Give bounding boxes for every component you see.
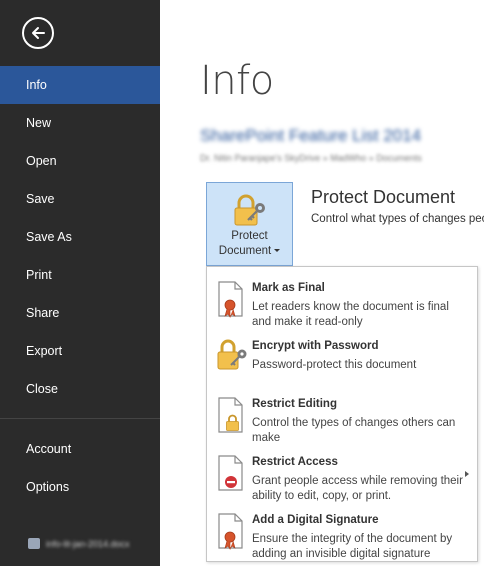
menu-encrypt-with-password[interactable]: Encrypt with Password Password-protect t…	[207, 331, 477, 389]
menu-description: Password-protect this document	[252, 359, 417, 371]
nav-account[interactable]: Account	[0, 430, 160, 468]
nav-save[interactable]: Save	[0, 180, 160, 218]
menu-description: Ensure the integrity of the document by …	[252, 533, 453, 560]
nav-info[interactable]: Info	[0, 66, 160, 104]
protect-label-line1: Protect	[231, 230, 268, 242]
nav-save-as[interactable]: Save As	[0, 218, 160, 256]
lock-key-icon	[217, 339, 247, 370]
menu-title: Restrict Editing	[252, 398, 337, 410]
menu-title: Add a Digital Signature	[252, 514, 379, 526]
no-entry-document-icon	[218, 455, 243, 491]
backstage-sidebar: Info New Open Save Save As Print Share E…	[0, 0, 160, 566]
recent-file[interactable]: info-lit-jan-2014.docx	[28, 535, 154, 553]
protect-document-menu: Mark as Final Let readers know the docum…	[206, 266, 478, 562]
menu-restrict-editing[interactable]: Restrict Editing Control the types of ch…	[207, 389, 477, 447]
menu-restrict-access[interactable]: Restrict Access Grant people access whil…	[207, 447, 477, 505]
menu-description: Control the types of changes others can …	[252, 417, 456, 444]
lock-key-icon	[234, 194, 265, 226]
nav-divider	[0, 418, 160, 419]
nav-export[interactable]: Export	[0, 332, 160, 370]
file-icon	[28, 538, 40, 549]
back-arrow-icon	[32, 27, 45, 39]
nav-new[interactable]: New	[0, 104, 160, 142]
nav-close[interactable]: Close	[0, 370, 160, 408]
nav-open[interactable]: Open	[0, 142, 160, 180]
protect-description: Control what types of changes people can…	[311, 213, 484, 225]
ribbon-document-icon	[218, 513, 243, 550]
ribbon-document-icon	[218, 281, 243, 318]
protect-document-button[interactable]: Protect Document	[206, 182, 293, 266]
lock-document-icon	[218, 397, 243, 433]
menu-description: Grant people access while removing their…	[252, 475, 463, 502]
nav-share[interactable]: Share	[0, 294, 160, 332]
submenu-arrow-icon	[465, 471, 469, 477]
document-title: SharePoint Feature List 2014	[200, 126, 422, 145]
protect-label-line2: Document	[218, 245, 272, 257]
menu-add-digital-signature[interactable]: Add a Digital Signature Ensure the integ…	[207, 505, 477, 563]
back-button[interactable]	[22, 17, 54, 49]
document-path: Dr. Nitin Paranjape's SkyDrive » MadWho …	[200, 153, 422, 163]
page-title: Info	[200, 58, 274, 104]
nav-print[interactable]: Print	[0, 256, 160, 294]
menu-mark-as-final[interactable]: Mark as Final Let readers know the docum…	[207, 273, 477, 331]
menu-description: Let readers know the document is final a…	[252, 301, 449, 328]
recent-file-label: info-lit-jan-2014.docx	[46, 539, 130, 549]
protect-heading: Protect Document	[311, 187, 456, 207]
menu-title: Mark as Final	[252, 282, 325, 294]
menu-title: Restrict Access	[252, 456, 338, 468]
nav-options[interactable]: Options	[0, 468, 160, 506]
dropdown-caret-icon	[274, 249, 281, 253]
menu-title: Encrypt with Password	[252, 340, 379, 352]
